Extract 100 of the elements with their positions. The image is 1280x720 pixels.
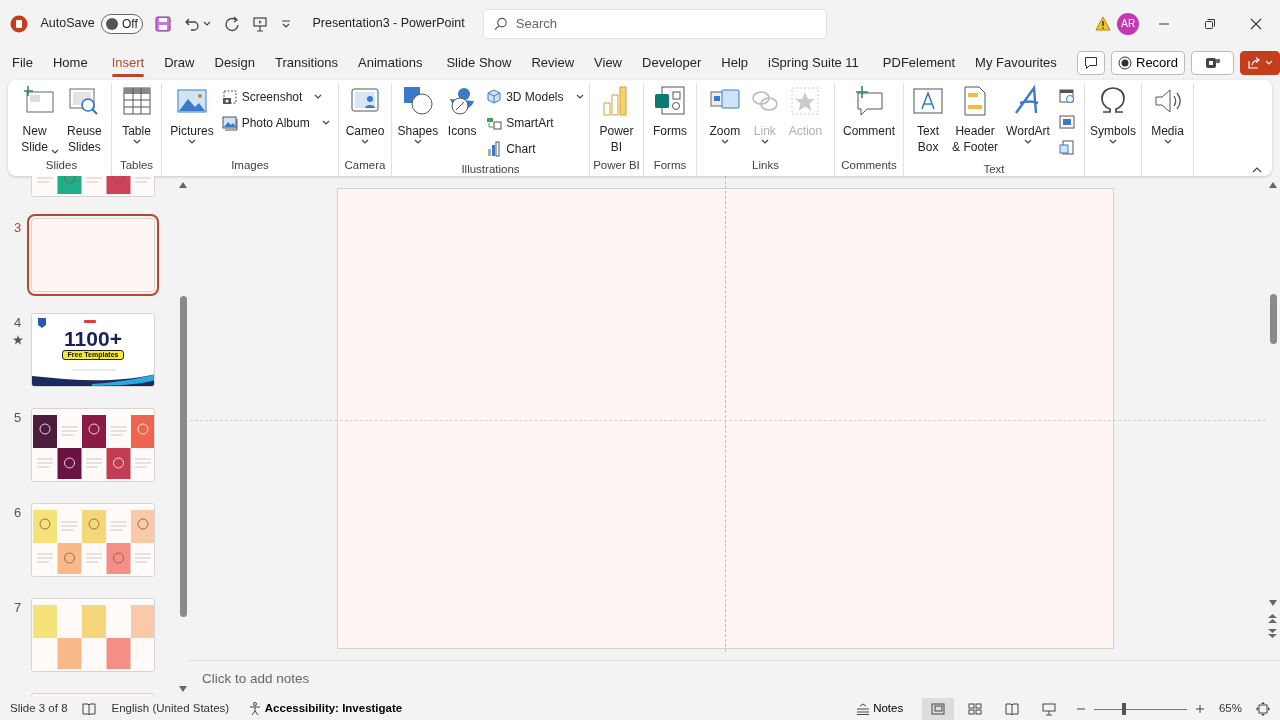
next-slide-icon[interactable]: [1268, 629, 1277, 638]
ribbon-tab[interactable]: Insert: [111, 48, 145, 77]
forms-icon: [654, 85, 686, 117]
photo-album-icon: [221, 115, 238, 131]
fit-slide-icon[interactable]: [1256, 702, 1270, 716]
record-button[interactable]: Record: [1111, 50, 1185, 75]
scroll-down-icon[interactable]: [1269, 600, 1277, 606]
ribbon-tab[interactable]: PDFelement: [882, 48, 956, 77]
redo-icon[interactable]: [223, 15, 240, 32]
ribbon-button[interactable]: Table: [117, 83, 156, 157]
language-label[interactable]: English (United States): [111, 700, 230, 718]
spelling-icon[interactable]: [81, 702, 96, 716]
ribbon-button[interactable]: Shapes: [394, 83, 442, 161]
ribbon-tab[interactable]: My Favourites: [975, 48, 1057, 77]
book-icon: [1004, 702, 1019, 716]
ribbon-button[interactable]: Media: [1148, 83, 1187, 157]
scroll-up-icon[interactable]: [1269, 182, 1277, 188]
ribbon-button[interactable]: Icons: [443, 83, 482, 161]
window-title: Presentation3 - PowerPoint: [311, 15, 465, 33]
autosave-toggle[interactable]: Off: [100, 13, 143, 34]
ribbon-button[interactable]: Photo Album: [218, 111, 333, 135]
ribbon-tab[interactable]: Home: [52, 48, 88, 77]
slide-number: 4: [13, 314, 22, 332]
scroll-thumb[interactable]: [180, 296, 187, 617]
calendar-icon[interactable]: [1058, 88, 1075, 104]
slide-sorter-icon: [967, 702, 982, 716]
warning-icon[interactable]: [1095, 16, 1111, 31]
screenshot-icon: [221, 89, 238, 105]
teams-button[interactable]: [1191, 50, 1235, 75]
slide-number-icon[interactable]: [1058, 114, 1075, 130]
ribbon-button[interactable]: Pictures: [167, 83, 217, 157]
ribbon-tab[interactable]: Help: [721, 48, 749, 77]
account-avatar[interactable]: AR: [1117, 12, 1140, 35]
group-label: Text: [982, 162, 1006, 177]
object-icon[interactable]: [1058, 140, 1075, 156]
group-label: Links: [751, 158, 780, 173]
ribbon-tab[interactable]: Review: [531, 48, 575, 77]
ribbon-button[interactable]: Header & Footer: [949, 83, 1002, 161]
ribbon-tab[interactable]: Draw: [164, 48, 195, 77]
slide-thumbnail[interactable]: [31, 408, 155, 482]
ribbon-button[interactable]: 3D Models: [483, 85, 587, 109]
ribbon-button[interactable]: Forms: [650, 83, 690, 157]
ribbon-button[interactable]: Cameo: [342, 83, 388, 157]
previous-slide-icon[interactable]: [1268, 614, 1277, 623]
app-logo-icon: [10, 14, 28, 33]
customize-icon[interactable]: [280, 18, 291, 29]
slide-number: 3: [13, 219, 22, 237]
undo-caret-icon: [203, 20, 212, 27]
group-label: Camera: [343, 158, 387, 173]
view-button[interactable]: [921, 698, 954, 720]
ribbon-button[interactable]: Chart: [483, 137, 587, 161]
ribbon-tab[interactable]: File: [12, 48, 33, 77]
scroll-thumb[interactable]: [1270, 294, 1277, 344]
ribbon-button[interactable]: Text Box: [909, 83, 948, 161]
presentation-icon[interactable]: [252, 15, 269, 32]
ribbon-button[interactable]: Reuse Slides: [64, 83, 105, 157]
search-box[interactable]: Search: [483, 8, 828, 39]
zoom-in-icon[interactable]: [1194, 704, 1205, 714]
zoom-slider-thumb[interactable]: [1122, 703, 1127, 715]
group-label: Slides: [44, 158, 79, 173]
search-field[interactable]: Search: [513, 12, 817, 35]
comment-icon: [1083, 55, 1098, 70]
comments-button[interactable]: [1076, 50, 1105, 75]
ribbon-button[interactable]: Power BI: [596, 83, 637, 157]
smartart-icon: [486, 115, 503, 131]
zoom-level[interactable]: 65%: [1218, 700, 1242, 718]
slide-thumbnail[interactable]: [31, 598, 155, 672]
ribbon-tab[interactable]: Slide Show: [446, 48, 512, 77]
video-call-icon: [1204, 55, 1221, 70]
close-icon[interactable]: [1250, 17, 1262, 30]
scroll-down-icon[interactable]: [179, 686, 187, 692]
accessibility-button[interactable]: Accessibility: Investigate: [241, 699, 409, 719]
collapse-icon[interactable]: [1251, 166, 1262, 173]
scroll-up-icon[interactable]: [179, 182, 187, 188]
ribbon-tab[interactable]: Developer: [642, 48, 702, 77]
table-icon: [120, 85, 153, 117]
ribbon-button[interactable]: Screenshot: [218, 85, 333, 109]
slide-thumbnail[interactable]: [31, 503, 155, 577]
ribbon-tab[interactable]: iSpring Suite 11: [768, 48, 859, 77]
ribbon-button[interactable]: Comment: [840, 83, 898, 157]
ribbon-tab[interactable]: Design: [214, 48, 255, 77]
ribbon-button[interactable]: SmartArt: [483, 111, 587, 135]
presentation-icon: [1041, 702, 1056, 716]
ribbon-button[interactable]: Zoom: [705, 83, 744, 157]
notes-button[interactable]: Notes: [850, 699, 910, 719]
ribbon-tab[interactable]: View: [594, 48, 622, 77]
ribbon-button[interactable]: Symbols: [1087, 83, 1139, 157]
restore-icon[interactable]: [1204, 17, 1216, 30]
text-box-icon: [912, 85, 945, 117]
autosave-label: AutoSave: [40, 15, 95, 33]
group-label: Tables: [118, 158, 155, 173]
save-icon[interactable]: [155, 15, 172, 32]
share-button[interactable]: [1240, 50, 1280, 75]
ribbon-tab[interactable]: Animations: [358, 48, 423, 77]
ribbon-button[interactable]: New Slide: [18, 83, 63, 157]
animation-star-icon: [12, 334, 23, 345]
ribbon-tab[interactable]: Transitions: [274, 48, 339, 77]
ribbon-button[interactable]: WordArt: [1003, 83, 1053, 161]
notes-field[interactable]: Click to add notes: [200, 667, 500, 691]
search-icon: [494, 16, 508, 31]
